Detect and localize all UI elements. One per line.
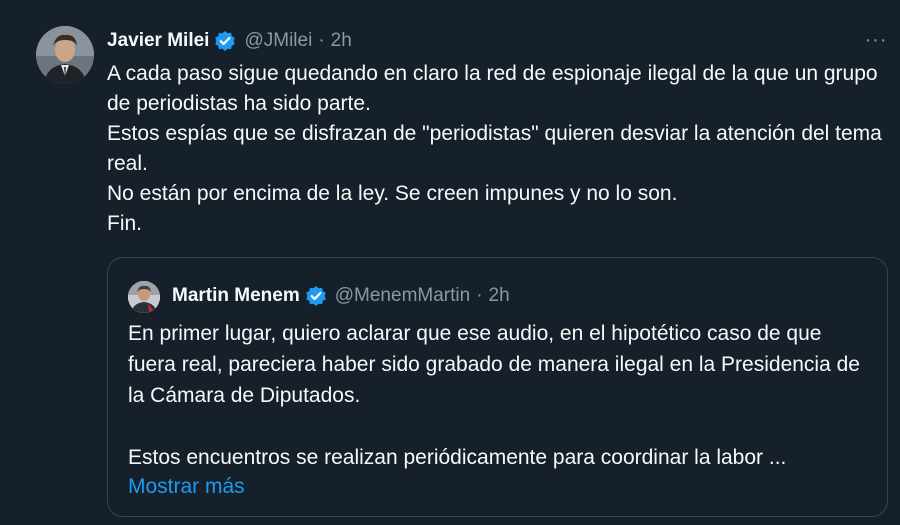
quoted-author-handle[interactable]: @MenemMartin bbox=[335, 285, 470, 307]
author-handle[interactable]: @JMilei bbox=[244, 30, 312, 52]
separator: · bbox=[318, 30, 325, 51]
quoted-tweet-header: Martin Menem @MenemMartin · 2h bbox=[172, 283, 510, 309]
quoted-paragraph: En primer lugar, quiero aclarar que ese … bbox=[128, 322, 860, 407]
verified-badge-icon bbox=[305, 285, 327, 307]
separator: · bbox=[476, 285, 483, 306]
tweet-line: A cada paso sigue quedando en claro la r… bbox=[107, 62, 878, 115]
quoted-author-name[interactable]: Martin Menem bbox=[172, 285, 300, 307]
tweet-text: A cada paso sigue quedando en claro la r… bbox=[107, 59, 892, 239]
more-icon[interactable]: ··· bbox=[862, 28, 890, 52]
tweet-line: No están por encima de la ley. Se creen … bbox=[107, 182, 678, 205]
quoted-author-avatar[interactable] bbox=[128, 281, 160, 313]
tweet[interactable]: Javier Milei @JMilei · 2h ··· A cada pas… bbox=[0, 0, 900, 525]
author-avatar[interactable] bbox=[36, 26, 94, 84]
tweet-line: Estos espías que se disfrazan de "period… bbox=[107, 122, 882, 175]
tweet-header: Javier Milei @JMilei · 2h bbox=[107, 28, 352, 54]
quoted-paragraph: Estos encuentros se realizan periódicame… bbox=[128, 446, 787, 469]
quoted-tweet-text: En primer lugar, quiero aclarar que ese … bbox=[128, 318, 868, 473]
quoted-tweet[interactable]: Martin Menem @MenemMartin · 2h En primer… bbox=[107, 257, 888, 517]
show-more-link[interactable]: Mostrar más bbox=[128, 472, 245, 502]
verified-badge-icon bbox=[214, 30, 236, 52]
quoted-tweet-timestamp[interactable]: 2h bbox=[489, 285, 510, 307]
tweet-timestamp[interactable]: 2h bbox=[331, 30, 352, 52]
author-name[interactable]: Javier Milei bbox=[107, 30, 209, 52]
tweet-line: Fin. bbox=[107, 212, 143, 235]
